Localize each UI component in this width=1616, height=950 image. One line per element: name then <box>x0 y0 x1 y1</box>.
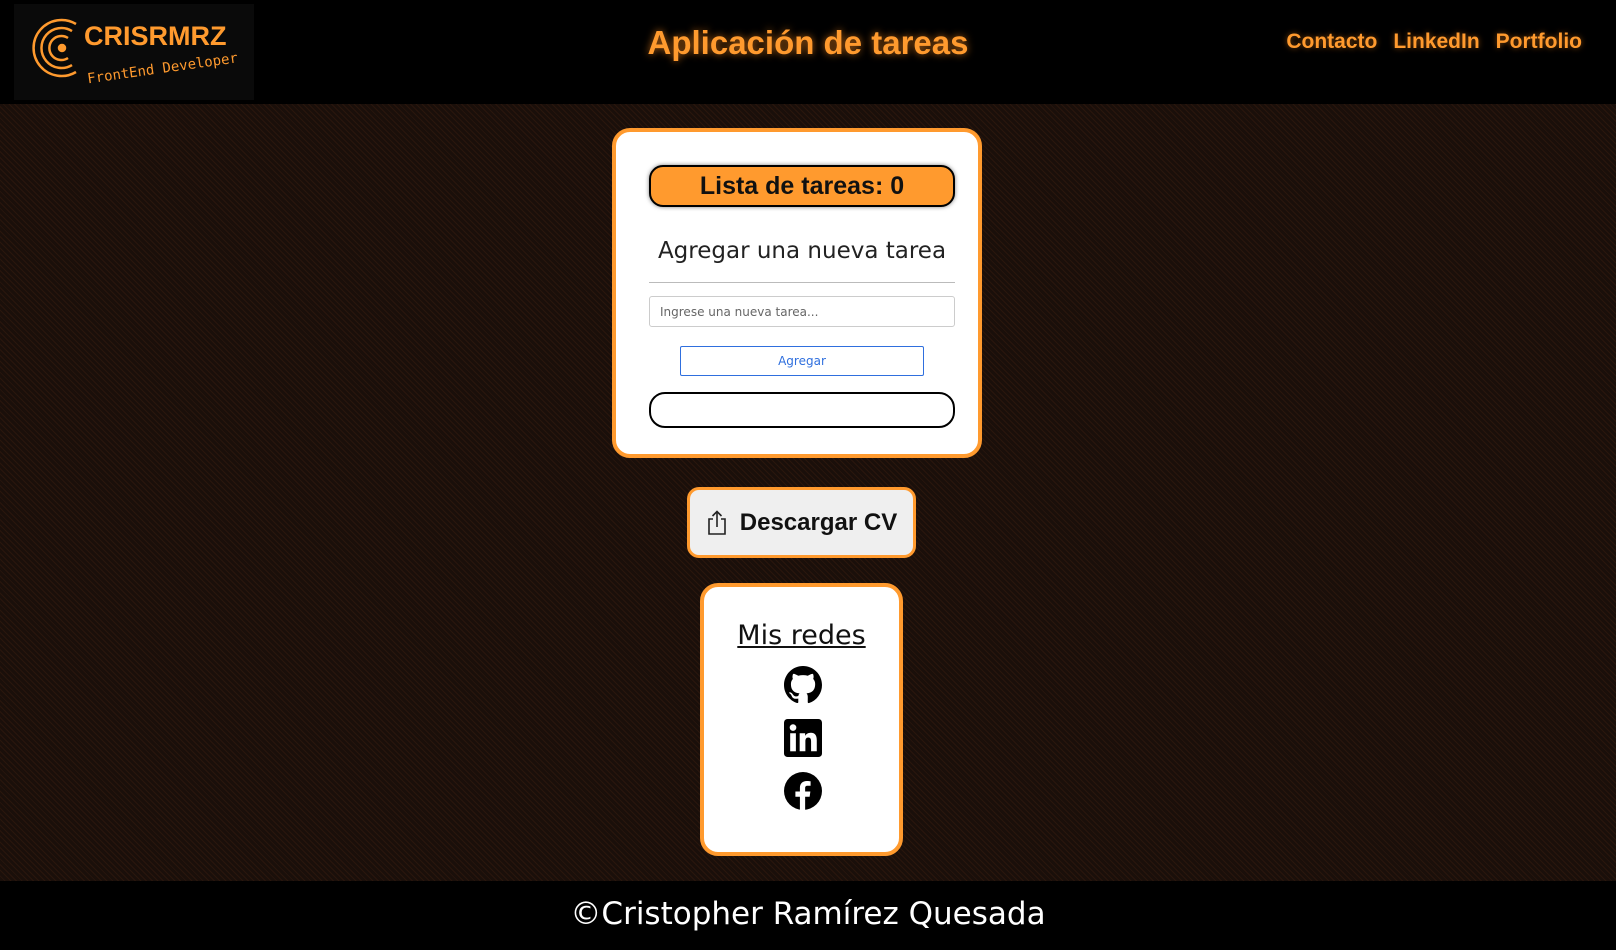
task-list <box>649 392 955 428</box>
nav-link-linkedin[interactable]: LinkedIn <box>1393 30 1479 54</box>
facebook-icon[interactable] <box>784 772 822 810</box>
download-cv-label: Descargar CV <box>739 508 898 536</box>
new-task-input[interactable] <box>649 296 955 327</box>
download-cv-button[interactable]: Descargar CV <box>687 487 916 558</box>
site-footer: ©Cristopher Ramírez Quesada <box>0 881 1616 950</box>
github-icon[interactable] <box>784 666 822 704</box>
share-icon <box>707 509 726 535</box>
social-card: Mis redes <box>700 583 903 856</box>
todo-card: Lista de tareas: 0 Agregar una nueva tar… <box>612 128 982 458</box>
task-count-badge: Lista de tareas: 0 <box>649 165 955 207</box>
social-title: Mis redes <box>737 620 866 651</box>
nav-link-contacto[interactable]: Contacto <box>1286 30 1377 54</box>
divider <box>649 282 955 283</box>
add-task-button[interactable]: Agregar <box>680 346 924 376</box>
top-nav: Contacto LinkedIn Portfolio <box>1286 30 1582 54</box>
site-header: CRISRMRZ FrontEnd Developer Aplicación d… <box>0 0 1616 104</box>
nav-link-portfolio[interactable]: Portfolio <box>1496 30 1582 54</box>
add-task-heading: Agregar una nueva tarea <box>657 238 947 264</box>
linkedin-icon[interactable] <box>784 719 822 757</box>
